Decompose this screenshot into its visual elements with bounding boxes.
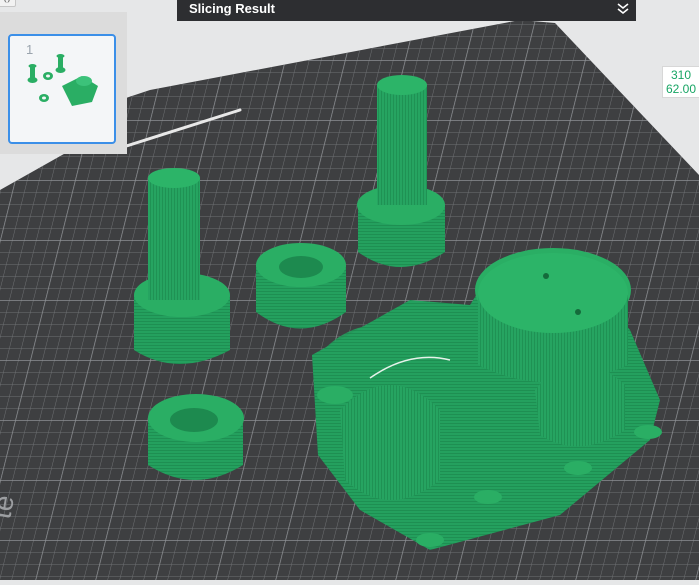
dimension-readout: 310 62.00 bbox=[662, 66, 699, 98]
slicing-result-title: Slicing Result bbox=[189, 1, 275, 16]
slicing-result-panel[interactable]: Slicing Result bbox=[177, 0, 636, 21]
dimension-readout-line1: 310 bbox=[670, 68, 692, 82]
plate-thumbnail[interactable]: 1 bbox=[8, 34, 116, 144]
dimension-readout-line2: 62.00 bbox=[665, 82, 697, 96]
ring-model-middle[interactable] bbox=[256, 243, 346, 329]
plate-list-panel: 1 bbox=[0, 12, 127, 154]
plate-preview-image bbox=[27, 54, 98, 106]
ring-model-bottom[interactable] bbox=[148, 394, 244, 480]
angle-brackets-icon[interactable]: ‹› bbox=[0, 0, 16, 7]
chevron-double-down-icon[interactable] bbox=[616, 1, 630, 20]
